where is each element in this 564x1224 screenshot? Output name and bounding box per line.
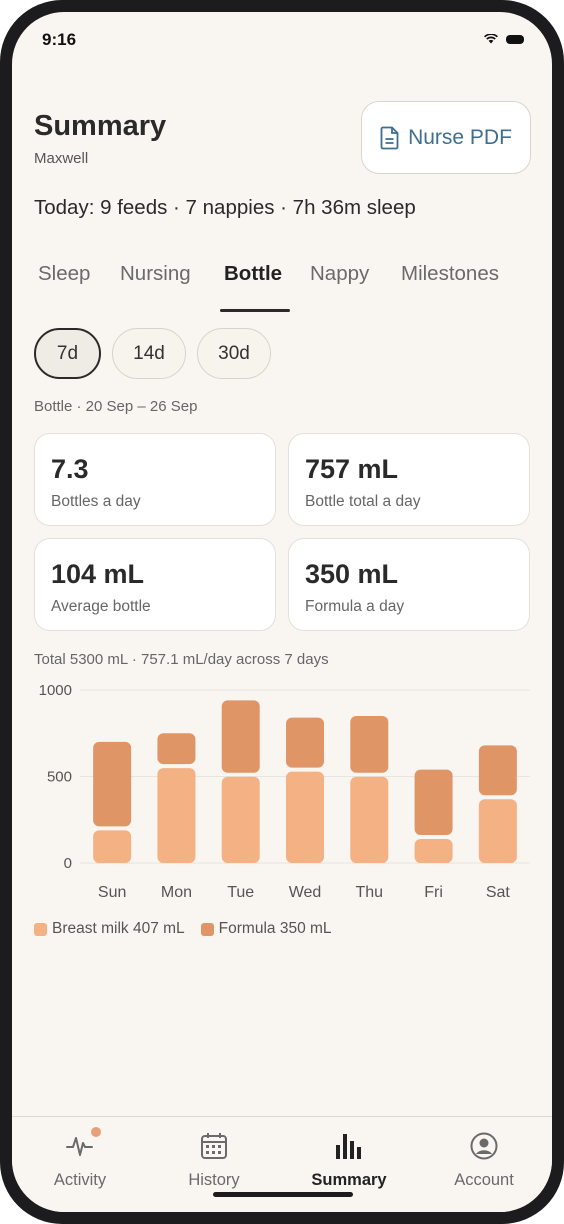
nurse-pdf-button[interactable]: Nurse PDF — [361, 101, 531, 174]
bar-breast-milk — [478, 799, 517, 863]
bar-formula — [478, 745, 517, 796]
stat-value: 350 mL — [305, 559, 399, 589]
x-tick-label: Tue — [227, 884, 254, 900]
nurse-pdf-label: Nurse PDF — [408, 125, 512, 149]
status-icons — [484, 34, 524, 44]
range-caption: Bottle · 20 Sep – 26 Sep — [34, 398, 198, 415]
nav-label: History — [188, 1171, 240, 1189]
stat-label: Bottle total a day — [305, 493, 421, 510]
category-tabs: Sleep Nursing Bottle Nappy Milestones — [12, 257, 552, 317]
stat-value: 7.3 — [51, 454, 89, 484]
range-30d[interactable]: 30d — [197, 328, 271, 379]
calendar-icon — [201, 1133, 227, 1159]
bar-breast-milk — [157, 768, 196, 863]
y-tick-label: 500 — [47, 769, 72, 786]
bottle-chart-svg: 1000 500 0 Sun Mon Tue Wed Thu Fri Sat — [39, 682, 530, 900]
nav-history[interactable]: History — [149, 1127, 279, 1197]
legend-swatch — [34, 922, 47, 936]
x-tick-label: Wed — [289, 884, 322, 900]
legend-item-formula: Formula 350 mL — [200, 920, 332, 938]
tab-nursing[interactable]: Nursing — [120, 262, 191, 286]
chart-legend: Breast milk 407 mL Formula 350 mL — [34, 920, 332, 938]
stat-card-bottles-a-day: 7.3 Bottles a day — [34, 433, 276, 526]
account-icon — [470, 1132, 498, 1160]
stat-card-formula-a-day: 350 mL Formula a day — [288, 538, 530, 631]
bar-formula — [157, 733, 196, 765]
y-tick-label: 0 — [64, 855, 72, 872]
stat-card-average-bottle: 104 mL Average bottle — [34, 538, 276, 631]
stat-label: Bottles a day — [51, 493, 141, 510]
bar-breast-milk — [93, 830, 132, 863]
status-time: 9:16 — [42, 30, 77, 49]
stat-value: 757 mL — [305, 454, 399, 484]
bottle-chart: 1000 500 0 Sun Mon Tue Wed Thu Fri Sat — [12, 680, 552, 900]
stat-value: 104 mL — [51, 559, 145, 589]
y-tick-label: 1000 — [39, 682, 72, 699]
nav-label: Summary — [311, 1171, 387, 1189]
bar-breast-milk — [286, 771, 324, 863]
bar-breast-milk — [350, 776, 389, 863]
device-frame: 9:16 Summary Maxwell Nurse PDF Today: 9 … — [0, 0, 564, 1224]
battery-icon — [506, 34, 524, 44]
legend-label: Formula 350 mL — [218, 920, 332, 937]
bar-formula — [286, 717, 324, 768]
activity-icon — [66, 1137, 93, 1156]
legend-label: Breast milk 407 mL — [52, 920, 185, 937]
screen: 9:16 Summary Maxwell Nurse PDF Today: 9 … — [12, 12, 552, 1212]
bottom-nav: Activity History Summary Account — [12, 1116, 552, 1212]
nav-activity[interactable]: Activity — [15, 1127, 145, 1197]
stat-card-bottle-total: 757 mL Bottle total a day — [288, 433, 530, 526]
x-tick-label: Sat — [486, 884, 511, 900]
home-indicator — [213, 1192, 353, 1197]
bar-breast-milk — [221, 776, 260, 863]
child-name: Maxwell — [34, 150, 89, 167]
today-summary: Today: 9 feeds · 7 nappies · 7h 36m slee… — [34, 196, 416, 219]
nav-label: Account — [454, 1171, 514, 1189]
bar-formula — [221, 700, 260, 773]
bar-formula — [414, 769, 453, 836]
x-tick-label: Fri — [424, 884, 443, 900]
total-caption: Total 5300 mL · 757.1 mL/day across 7 da… — [34, 651, 329, 668]
range-7d[interactable]: 7d — [34, 328, 101, 379]
nav-account[interactable]: Account — [419, 1127, 549, 1197]
x-tick-label: Mon — [161, 884, 192, 900]
active-tab-indicator — [220, 309, 290, 312]
stat-label: Formula a day — [305, 598, 405, 615]
page-title: Summary — [34, 110, 167, 142]
tab-milestones[interactable]: Milestones — [401, 262, 499, 286]
x-tick-label: Thu — [355, 884, 383, 900]
stat-label: Average bottle — [51, 598, 151, 615]
bar-chart-icon — [336, 1134, 361, 1159]
document-icon — [380, 126, 399, 149]
range-14d[interactable]: 14d — [112, 328, 186, 379]
tab-nappy[interactable]: Nappy — [310, 262, 369, 286]
bar-formula — [93, 741, 132, 827]
wifi-icon — [484, 34, 498, 44]
legend-item-breast-milk: Breast milk 407 mL — [34, 920, 185, 938]
x-tick-label: Sun — [98, 884, 126, 900]
notification-dot — [91, 1127, 101, 1137]
bar-formula — [350, 715, 389, 773]
bar-breast-milk — [414, 839, 453, 863]
nav-summary[interactable]: Summary — [284, 1127, 414, 1197]
nav-label: Activity — [53, 1171, 107, 1189]
tab-sleep[interactable]: Sleep — [38, 262, 90, 286]
legend-swatch — [200, 922, 214, 936]
tab-bottle[interactable]: Bottle — [224, 262, 282, 286]
